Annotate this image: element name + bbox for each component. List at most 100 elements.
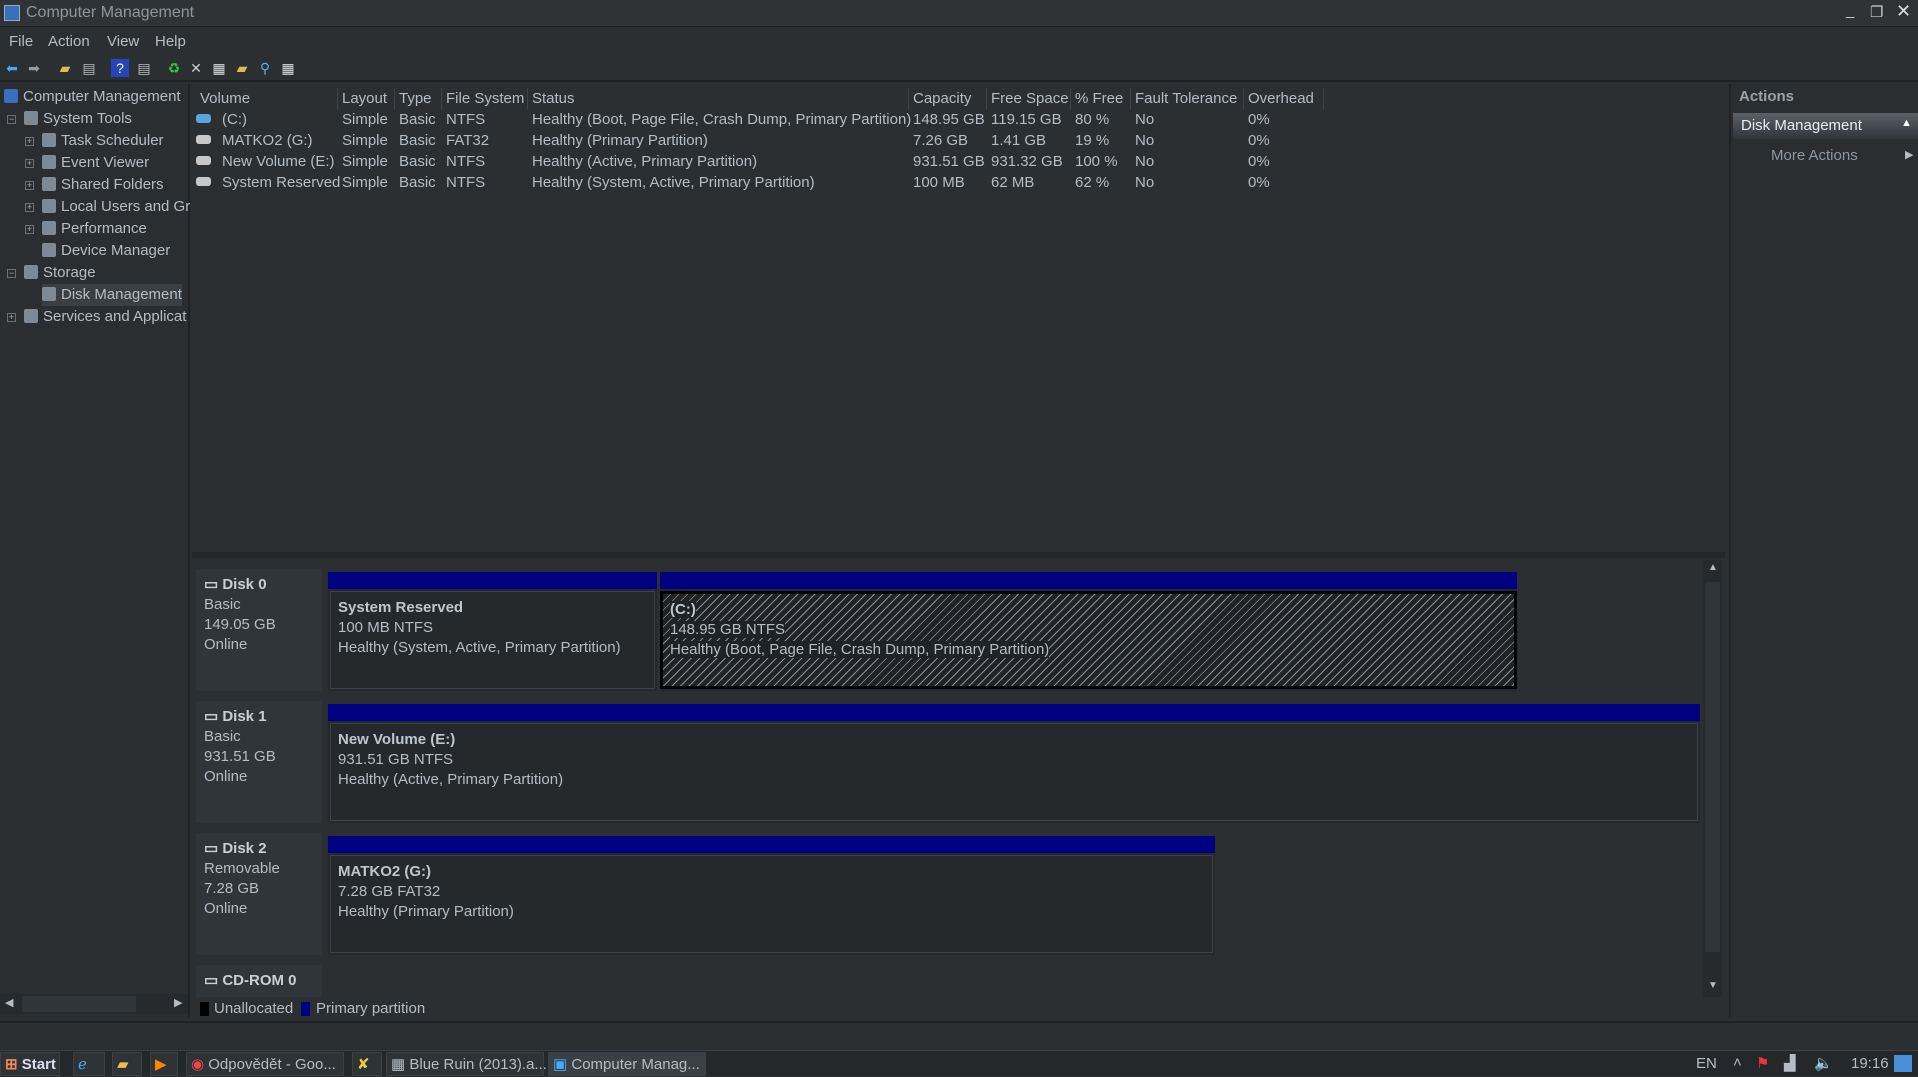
menu-file[interactable]: File xyxy=(9,33,33,50)
task-tool[interactable]: ✘ xyxy=(352,1052,382,1076)
actions-section-disk-management[interactable]: Disk Management ▲ xyxy=(1733,113,1918,139)
help-icon[interactable]: ? xyxy=(111,59,129,77)
cell: 19 % xyxy=(1075,132,1110,149)
show-hidden-icons-icon[interactable]: ˄ xyxy=(1733,1054,1742,1071)
table-row[interactable]: MATKO2 (G:) Simple Basic FAT32 Healthy (Prim… xyxy=(192,130,1725,151)
column-header[interactable]: % Free xyxy=(1071,88,1131,110)
cell: 931.32 GB xyxy=(991,153,1063,170)
disk-icon: ▭ xyxy=(204,840,223,857)
column-header[interactable]: Capacity xyxy=(909,88,987,110)
scroll-left-icon[interactable]: ◀ xyxy=(5,996,13,1009)
expand-toggle[interactable]: + xyxy=(25,159,34,168)
partition-e[interactable]: New Volume (E:) 931.51 GB NTFS Healthy (Ac… xyxy=(328,704,1700,823)
task-blue-ruin[interactable]: ▦ Blue Ruin (2013).a... xyxy=(386,1052,547,1076)
table-row[interactable]: New Volume (E:) Simple Basic NTFS Healthy (A… xyxy=(192,151,1725,172)
media-player-quicklaunch[interactable]: ▶ xyxy=(150,1052,178,1076)
tree-item[interactable]: Task Scheduler xyxy=(42,130,164,152)
partition-g[interactable]: MATKO2 (G:) 7.28 GB FAT32 Healthy (Primary… xyxy=(328,836,1215,955)
more-actions[interactable]: More Actions ▶ xyxy=(1733,144,1918,168)
cdrom-0-label[interactable]: ▭ CD-ROM 0 xyxy=(196,965,322,997)
task-chrome[interactable]: ◉ Odpovědět - Goo... xyxy=(186,1052,344,1076)
column-header[interactable]: Fault Tolerance xyxy=(1131,88,1244,110)
expand-toggle[interactable]: + xyxy=(25,181,34,190)
scroll-thumb[interactable] xyxy=(1705,582,1720,952)
disk-size: 7.28 GB xyxy=(204,880,260,897)
scroll-down-icon[interactable]: ▼ xyxy=(1708,980,1718,991)
restore-button[interactable]: ❐ xyxy=(1870,3,1883,21)
disk-icon: ▭ xyxy=(204,708,223,725)
scroll-up-icon[interactable]: ▲ xyxy=(1708,562,1718,573)
delete-icon[interactable]: ✕ xyxy=(187,59,205,77)
up-folder-icon[interactable]: ▰ xyxy=(56,59,74,77)
tree-item[interactable]: Local Users and Gr xyxy=(42,196,190,218)
volume-icon[interactable]: 🔈 xyxy=(1814,1054,1833,1072)
expand-toggle[interactable]: + xyxy=(25,137,34,146)
tree-label: System Tools xyxy=(43,110,132,127)
close-button[interactable]: ✕ xyxy=(1896,1,1911,22)
menu-action[interactable]: Action xyxy=(48,33,90,50)
settings-icon[interactable]: ▦ xyxy=(279,59,297,77)
scroll-thumb[interactable] xyxy=(22,996,136,1012)
column-header[interactable]: Volume xyxy=(196,88,338,110)
language-indicator[interactable]: EN xyxy=(1696,1055,1717,1072)
refresh-icon[interactable]: ♻ xyxy=(165,59,183,77)
properties-icon[interactable]: ▦ xyxy=(210,59,228,77)
minimize-button[interactable]: _ xyxy=(1846,2,1854,19)
tree-label: Task Scheduler xyxy=(61,132,164,149)
expand-toggle[interactable]: + xyxy=(25,203,34,212)
tree-root[interactable]: Computer Management xyxy=(4,86,181,108)
disk-1-label[interactable]: ▭ Disk 1 Basic 931.51 GB Online xyxy=(196,701,322,823)
menu-view[interactable]: View xyxy=(107,33,139,50)
tree-item[interactable]: Storage xyxy=(24,262,96,284)
back-icon[interactable]: ⬅ xyxy=(3,59,21,77)
column-header[interactable]: Type xyxy=(395,88,442,110)
column-header[interactable]: File System xyxy=(442,88,528,110)
task-computer-management[interactable]: ▣ Computer Manag... xyxy=(548,1052,706,1076)
show-desktop-button[interactable] xyxy=(1894,1055,1912,1072)
menu-help[interactable]: Help xyxy=(155,33,186,50)
cell: MATKO2 (G:) xyxy=(222,132,313,149)
open-icon[interactable]: ▰ xyxy=(233,59,251,77)
column-header[interactable]: Layout xyxy=(338,88,395,110)
disk-2-label[interactable]: ▭ Disk 2 Removable 7.28 GB Online xyxy=(196,833,322,955)
tree-item[interactable]: Device Manager xyxy=(42,240,170,262)
disk-map-vscrollbar[interactable]: ▲ ▼ xyxy=(1703,560,1722,997)
collapse-toggle[interactable]: − xyxy=(7,115,16,124)
network-icon[interactable]: ▟ xyxy=(1784,1054,1796,1072)
ie-quicklaunch[interactable]: ℯ xyxy=(73,1052,105,1076)
forward-icon[interactable]: ➡ xyxy=(25,59,43,77)
tree-item[interactable]: System Tools xyxy=(24,108,132,130)
partition-c[interactable]: (C:) 148.95 GB NTFS Healthy (Boot, Page Fi… xyxy=(660,572,1517,691)
column-header[interactable]: Free Space xyxy=(987,88,1071,110)
clock[interactable]: 19:16 xyxy=(1851,1055,1889,1072)
tree-label: Device Manager xyxy=(61,242,171,259)
collapse-icon[interactable]: ▲ xyxy=(1901,117,1912,129)
explorer-quicklaunch[interactable]: ▰ xyxy=(112,1052,142,1076)
expand-toggle[interactable]: + xyxy=(25,225,34,234)
disk-0-label[interactable]: ▭ Disk 0 Basic 149.05 GB Online xyxy=(196,569,322,691)
expand-toggle[interactable]: + xyxy=(7,313,16,322)
cell: Basic xyxy=(399,174,436,191)
tree-item[interactable]: Performance xyxy=(42,218,147,240)
pane-splitter[interactable] xyxy=(192,552,1725,558)
column-header[interactable]: Status xyxy=(528,88,909,110)
collapse-toggle[interactable]: − xyxy=(7,269,16,278)
tree-hscrollbar[interactable]: ◀ ▶ xyxy=(0,994,188,1014)
search-icon[interactable]: ⚲ xyxy=(256,59,274,77)
table-row[interactable]: (C:) Simple Basic NTFS Healthy (Boot, Page F… xyxy=(192,109,1725,130)
tree-item[interactable]: Disk Management xyxy=(42,284,182,306)
tree-item[interactable]: Services and Applicat xyxy=(24,306,186,328)
cell: Basic xyxy=(399,111,436,128)
cell: Simple xyxy=(342,153,388,170)
start-button[interactable]: ⊞ Start xyxy=(0,1052,60,1076)
scroll-right-icon[interactable]: ▶ xyxy=(174,996,182,1009)
column-header[interactable]: Overhead xyxy=(1244,88,1324,110)
tree-item[interactable]: Event Viewer xyxy=(42,152,149,174)
tree-item[interactable]: Shared Folders xyxy=(42,174,164,196)
tree-node-icon xyxy=(42,221,56,235)
action-center-icon[interactable]: ⚑ xyxy=(1756,1054,1769,1072)
show-hide-action-pane-icon[interactable]: ▤ xyxy=(135,59,153,77)
show-hide-console-tree-icon[interactable]: ▤ xyxy=(80,59,98,77)
table-row[interactable]: System Reserved Simple Basic NTFS Healthy (S… xyxy=(192,172,1725,193)
partition-system-reserved[interactable]: System Reserved 100 MB NTFS Healthy (Syste… xyxy=(328,572,657,691)
